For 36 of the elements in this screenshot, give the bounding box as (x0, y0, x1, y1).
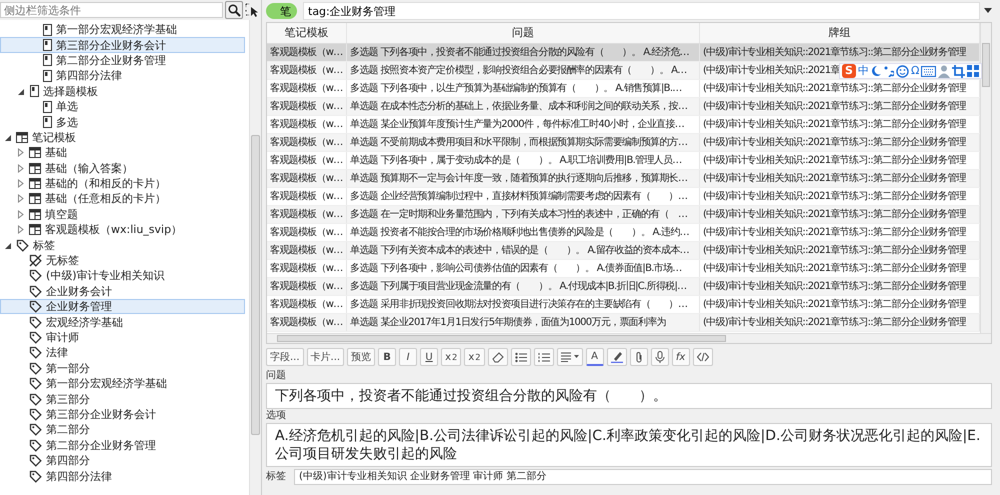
table-cell: 客观题模板（w… (267, 152, 347, 169)
table-cell: 客观题模板（w… (267, 224, 347, 241)
table-cell: 单选题 某企业2017年1月1日发行5年期债券，面值为1000万元，票面利率为 (347, 314, 700, 331)
table-cell: 单选题 某企业预算年度预计生产量为2000件，每件标准工时40小时，企业直接… (347, 116, 700, 133)
table-cell: 客观题模板（w… (267, 278, 347, 295)
table-cell: 客观题模板（w… (267, 62, 347, 79)
table-cell: 单选题 下列各项中，属于变动成本的是（ ）。 A.职工培训费用|B.管理人员… (347, 152, 700, 169)
table-cell: 单选题 投资者不能按合理的市场价格顺利地出售债券的风险是（ ）。 A.违约… (347, 224, 700, 241)
table-cell: 单选题 在成本性态分析的基础上，依据业务量、成本和利润之间的联动关系，按… (347, 98, 700, 115)
table-cell: 客观题模板（w… (267, 80, 347, 97)
table-cell: 多选题 按照资本资产定价模型，影响投资组合必要报酬率的因素有（ ）。 A… (347, 62, 700, 79)
table-cell: 客观题模板（w… (267, 206, 347, 223)
table-cell: 单选题 下列有关资本成本的表述中，错误的是（ ）。 A.留存收益的资本成本… (347, 242, 700, 259)
field-label: 选项 (266, 410, 287, 422)
table-cell: 客观题模板（w… (267, 242, 347, 259)
table-cell: 多选题 在一定时期和业务量范围内，下列有关成本习性的表述中，正确的有（ … (347, 206, 700, 223)
table-cell: 多选题 采用非折现投资回收期法对投资项目进行决策存在的主要缺陷有（ ）… (347, 296, 700, 313)
table-cell: 多选题 下列各项中，投资者不能通过投资组合分散的风险有（ ）。 A.经济危… (347, 44, 700, 61)
table-cell: 多选题 下列属于项目营业现金流量的有（ ）。 A.付现成本|B.折旧|C.所得税|… (347, 278, 700, 295)
table-cell: 多选题 下列各项中，以生产预算为基础编制的预算有（ ）。 A.销售预算|B.… (347, 80, 700, 97)
table-cell: 客观题模板（w… (267, 296, 347, 313)
table-cell: 多选题 企业经营预算编制过程中，直接材料预算编制需要考虑的因素有（ ）… (347, 188, 700, 205)
table-cell: 客观题模板（w… (267, 188, 347, 205)
table-cell: 多选题 下列各项中，影响公司债券估值的因素有（ ）。 A.债券面值|B.市场… (347, 260, 700, 277)
table-cell: 客观题模板（w… (267, 314, 347, 331)
table-cell: 客观题模板（w… (267, 260, 347, 277)
table-cell: 单选题 不受前期成本费用项目和水平限制，而根据预算期实际需要编制预算的方… (347, 134, 700, 151)
table-cell: 客观题模板（w… (267, 170, 347, 187)
table-cell: 单选题 预算期不一定与会计年度一致，随着预算的执行逐期向后推移，预算期长… (347, 170, 700, 187)
table-cell: 客观题模板（w… (267, 98, 347, 115)
table-cell: 客观题模板（w… (267, 134, 347, 151)
field-label: 问题 (266, 370, 287, 382)
table-cell: 客观题模板（w… (267, 116, 347, 133)
table-cell: 客观题模板（w… (267, 44, 347, 61)
logo-mark: S (842, 64, 856, 78)
tags-label: 标签 (266, 471, 286, 483)
